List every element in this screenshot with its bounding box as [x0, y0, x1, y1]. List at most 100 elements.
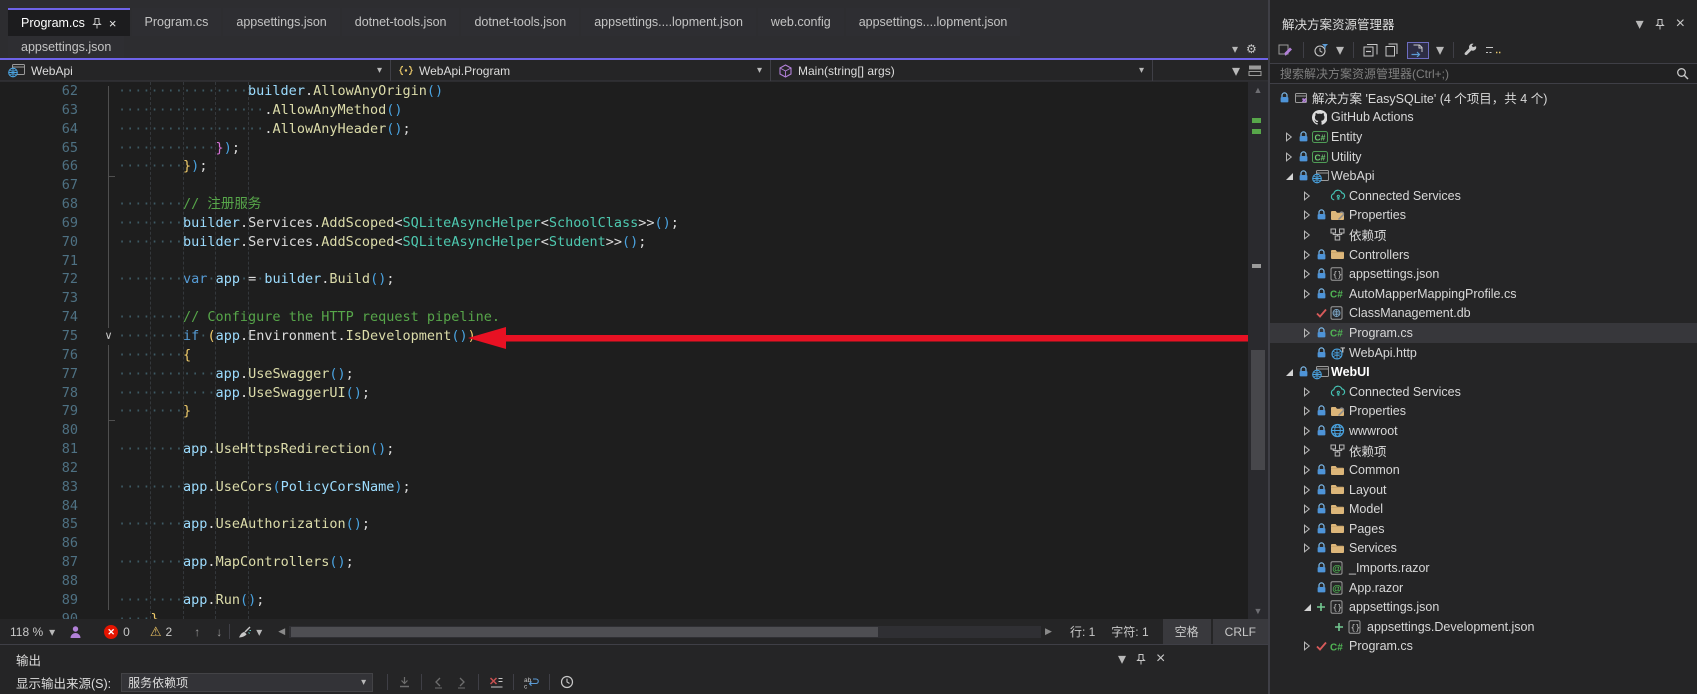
horizontal-scrollbar-thumb[interactable] — [291, 627, 877, 637]
expander-expanded-icon[interactable] — [1285, 172, 1298, 181]
broom-icon[interactable] — [237, 625, 252, 639]
tree-item-program-cs[interactable]: C#Program.cs — [1270, 637, 1697, 657]
expander-collapsed-icon[interactable] — [1303, 387, 1316, 397]
expander-collapsed-icon[interactable] — [1303, 485, 1316, 495]
pin-icon[interactable] — [1136, 653, 1146, 665]
tree-item-program-cs[interactable]: C#Program.cs — [1270, 323, 1697, 343]
tab-list-dropdown-icon[interactable]: ▾ — [1232, 42, 1238, 56]
jump-to-end-icon[interactable] — [398, 676, 411, 689]
window-position-dropdown-icon[interactable]: ▾ — [1118, 649, 1126, 669]
tree-item--easysqlite-4-4-[interactable]: 解决方案 'EasySQLite' (4 个项目，共 4 个) — [1270, 88, 1697, 108]
tree-item-connected-services[interactable]: Connected Services — [1270, 186, 1697, 206]
expander-expanded-icon[interactable] — [1303, 603, 1316, 612]
settings-gear-icon[interactable]: ⚙ — [1246, 42, 1257, 56]
code-editor[interactable]: 62················builder.AllowAnyOrigin… — [0, 82, 1268, 619]
project-dropdown[interactable]: WebApi ▾ — [0, 60, 391, 81]
horizontal-scrollbar[interactable] — [289, 626, 1041, 638]
code-line[interactable]: 79········} — [0, 402, 1248, 421]
split-window-icon[interactable] — [1248, 64, 1262, 77]
document-tab[interactable]: dotnet-tools.json — [342, 8, 460, 36]
expander-collapsed-icon[interactable] — [1303, 504, 1316, 514]
tree-item-services[interactable]: Services — [1270, 539, 1697, 559]
document-tab[interactable]: appsettings.json — [223, 8, 339, 36]
tree-item-properties[interactable]: Properties — [1270, 206, 1697, 226]
member-dropdown[interactable]: Main(string[] args) ▾ — [771, 60, 1153, 81]
tree-item-properties[interactable]: Properties — [1270, 402, 1697, 422]
expander-collapsed-icon[interactable] — [1285, 152, 1298, 162]
error-count[interactable]: 0 — [123, 625, 130, 639]
output-source-dropdown[interactable]: 服务依赖项 ▾ — [121, 673, 373, 692]
pin-icon[interactable] — [1655, 18, 1665, 30]
tree-item-webapi[interactable]: WebApi — [1270, 166, 1697, 186]
document-tab[interactable]: appsettings....lopment.json — [846, 8, 1021, 36]
copy-icon[interactable] — [1385, 43, 1400, 57]
collapse-all-icon[interactable] — [1363, 43, 1378, 57]
expander-collapsed-icon[interactable] — [1303, 210, 1316, 220]
search-icon[interactable] — [1676, 67, 1689, 80]
code-line[interactable]: 64··················.AllowAnyHeader(); — [0, 120, 1248, 139]
expander-collapsed-icon[interactable] — [1303, 269, 1316, 279]
spaces-indicator[interactable]: 空格 — [1163, 619, 1211, 644]
warning-icon[interactable]: ⚠ — [150, 624, 162, 640]
close-icon[interactable]: × — [1156, 650, 1165, 668]
close-icon[interactable]: × — [109, 16, 117, 31]
switch-views-icon[interactable] — [1278, 43, 1294, 57]
solution-explorer-search[interactable]: 搜索解决方案资源管理器(Ctrl+;) — [1270, 63, 1697, 84]
code-line[interactable]: 88 — [0, 572, 1248, 591]
window-position-dropdown-icon[interactable]: ▾ — [1636, 14, 1644, 34]
code-line[interactable]: 63··················.AllowAnyMethod() — [0, 101, 1248, 120]
code-line[interactable]: 89········app.Run(); — [0, 591, 1248, 610]
clear-all-icon[interactable] — [489, 676, 503, 689]
tree-item-github-actions[interactable]: GitHub Actions — [1270, 108, 1697, 128]
code-line[interactable]: 65············}); — [0, 139, 1248, 158]
tree-item-common[interactable]: Common — [1270, 460, 1697, 480]
code-line[interactable]: 83········app.UseCors(PolicyCorsName); — [0, 478, 1248, 497]
feedback-icon[interactable] — [69, 625, 82, 639]
expander-collapsed-icon[interactable] — [1303, 543, 1316, 553]
error-icon[interactable]: ✕ — [104, 625, 118, 639]
expander-collapsed-icon[interactable] — [1303, 191, 1316, 201]
code-line[interactable]: 67 — [0, 176, 1248, 195]
expander-collapsed-icon[interactable] — [1303, 230, 1316, 240]
tree-item-appsettings-json[interactable]: {}appsettings.json — [1270, 264, 1697, 284]
code-line[interactable]: 62················builder.AllowAnyOrigin… — [0, 82, 1248, 101]
zoom-level[interactable]: 118 % — [10, 625, 43, 639]
scroll-up-icon[interactable]: ▲ — [1248, 85, 1268, 95]
solution-explorer-titlebar[interactable]: 解决方案资源管理器 ▾ × — [1270, 10, 1697, 34]
code-line[interactable]: 70········builder.Services.AddScoped<SQL… — [0, 233, 1248, 252]
go-next-icon[interactable] — [455, 676, 468, 689]
document-tab[interactable]: dotnet-tools.json — [461, 8, 579, 36]
zoom-dropdown-icon[interactable]: ▾ — [49, 625, 55, 639]
document-tab[interactable]: Program.cs — [132, 8, 222, 36]
chevron-down-icon[interactable]: ▾ — [1232, 61, 1240, 81]
expander-collapsed-icon[interactable] — [1303, 641, 1316, 651]
tree-item--imports-razor[interactable]: @_Imports.razor — [1270, 558, 1697, 578]
tree-item-appsettings-json[interactable]: {}appsettings.json — [1270, 597, 1697, 617]
code-line[interactable]: 66········}); — [0, 157, 1248, 176]
code-line[interactable]: 68········// 注册服务 — [0, 195, 1248, 214]
code-line[interactable]: 81········app.UseHttpsRedirection(); — [0, 440, 1248, 459]
document-tab[interactable]: Program.cs× — [8, 8, 130, 36]
tree-item-classmanagement-db[interactable]: ClassManagement.db — [1270, 304, 1697, 324]
tree-item-model[interactable]: Model — [1270, 499, 1697, 519]
tree-item-webui[interactable]: WebUI — [1270, 362, 1697, 382]
sync-active-document-icon[interactable] — [1410, 44, 1426, 57]
expander-collapsed-icon[interactable] — [1303, 406, 1316, 416]
scroll-right-icon[interactable]: ▶ — [1045, 626, 1052, 637]
expander-collapsed-icon[interactable] — [1303, 328, 1316, 338]
tree-item-entity[interactable]: C#Entity — [1270, 127, 1697, 147]
pin-icon[interactable] — [92, 17, 102, 29]
code-line[interactable]: 86 — [0, 534, 1248, 553]
tree-item-pages[interactable]: Pages — [1270, 519, 1697, 539]
warning-count[interactable]: 2 — [166, 625, 173, 639]
tree-item-automappermappingprofile-cs[interactable]: C#AutoMapperMappingProfile.cs — [1270, 284, 1697, 304]
scroll-left-icon[interactable]: ◀ — [278, 626, 285, 637]
tree-item-webapi-http[interactable]: TWebApi.http — [1270, 343, 1697, 363]
document-tab[interactable]: appsettings....lopment.json — [581, 8, 756, 36]
tree-item-appsettings-development-json[interactable]: {}appsettings.Development.json — [1270, 617, 1697, 637]
broom-dropdown-icon[interactable]: ▾ — [256, 625, 262, 639]
scroll-down-icon[interactable]: ▼ — [1248, 606, 1268, 616]
go-previous-icon[interactable] — [432, 676, 445, 689]
document-tab[interactable]: appsettings.json — [8, 36, 124, 58]
code-line[interactable]: 78············app.UseSwaggerUI(); — [0, 384, 1248, 403]
